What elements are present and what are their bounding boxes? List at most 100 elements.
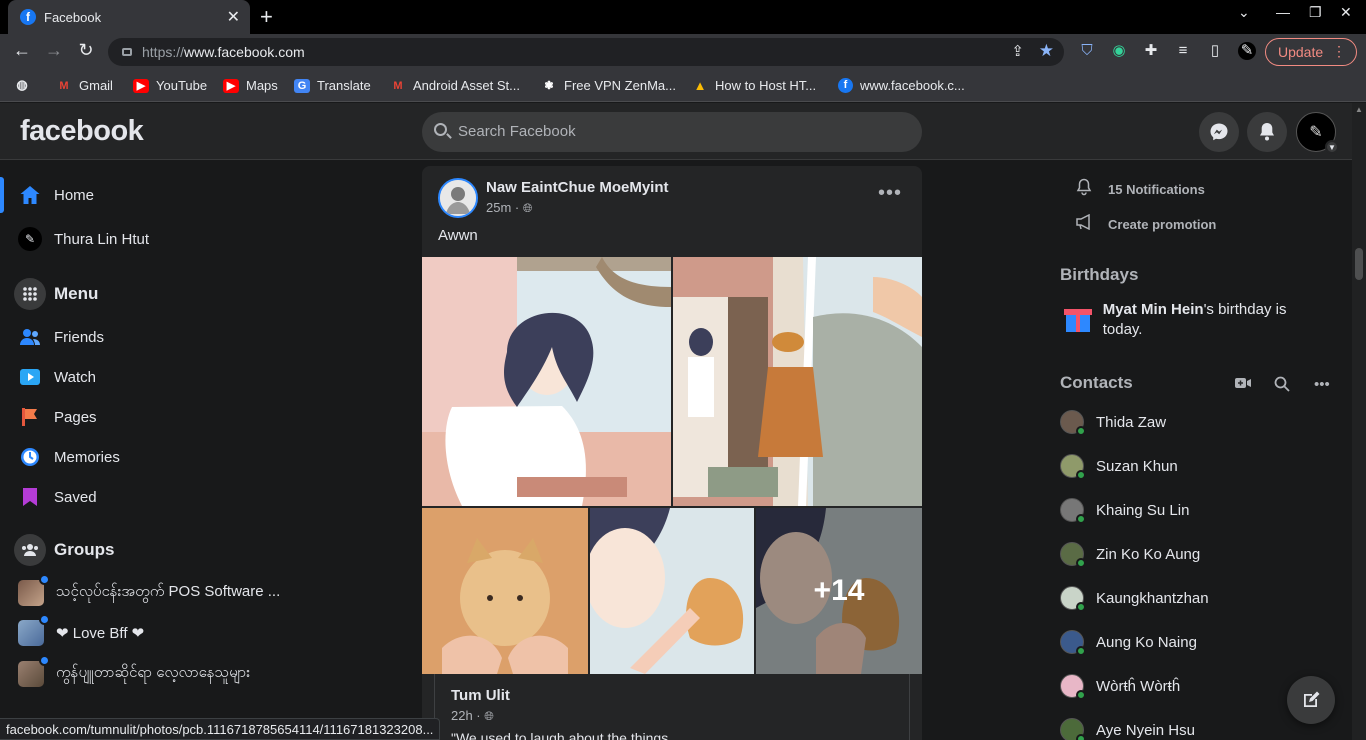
shared-author-name[interactable]: Tum Ulit [451,687,510,704]
bookmark-zenmate[interactable]: ❃ Free VPN ZenMa... [541,78,676,93]
contact-item[interactable]: Wòrŧĥ Wòrŧĥ [1060,674,1180,700]
sidebar-item-pages[interactable]: Pages [8,397,293,437]
sidebar-group-love-bff[interactable]: ❤ Love Bff ❤ [8,613,293,653]
groups-section[interactable]: Groups [14,534,114,566]
close-tab-icon[interactable]: ✕ [227,7,240,27]
post-author-name[interactable]: Naw EaintChue MoeMyint [486,179,669,196]
sidebar-item-watch[interactable]: Watch [8,357,293,397]
update-button[interactable]: Update ⋮ [1265,38,1357,66]
birthday-text: Myat Min Hein's birthday is today. [1102,301,1287,338]
group-label: သင့်လုပ်ငန်းအတွက် POS Software ... [56,583,281,600]
group-label: ကွန်ပျူတာဆိုင်ရာ လေ့လာနေသူများ [56,664,250,681]
browser-tab[interactable]: f Facebook ✕ [8,0,250,34]
post-photo-3[interactable] [422,508,588,674]
groups-icon [14,534,46,566]
menu-section[interactable]: Menu [14,278,98,310]
avatar [1060,586,1086,612]
post-photo-2[interactable] [673,257,922,506]
side-panel-icon[interactable]: ▯ [1206,42,1224,60]
scrollbar-thumb[interactable] [1355,248,1363,280]
bookmark-android-asset[interactable]: M Android Asset St... [390,78,520,93]
reading-list-icon[interactable]: ≡ [1174,42,1192,60]
bookmark-facebook[interactable]: f www.facebook.c... [838,78,965,93]
bookmark-how-to-host[interactable]: ▲ How to Host HT... [692,78,817,93]
shared-post[interactable]: Tum Ulit 22h · 🌐︎ "We used to laugh abou… [434,674,910,740]
menu-title: Menu [54,284,99,303]
contact-item[interactable]: Thida Zaw [1060,410,1166,436]
scroll-up-icon[interactable]: ▲ [1355,105,1363,114]
sidebar-group-computer[interactable]: ကွန်ပျူတာဆိုင်ရာ လေ့လာနေသူများ [8,654,293,694]
sidebar-item-label: Watch [54,368,96,386]
post-timestamp[interactable]: 25m · 🌐︎ [486,200,532,216]
notifications-button[interactable] [1247,112,1287,152]
left-sidebar: Home ✎ Thura Lin Htut Menu Friends Watch… [0,160,300,740]
contact-item[interactable]: Aung Ko Naing [1060,630,1197,656]
close-window-icon[interactable]: ✕ [1340,4,1352,21]
apps-icon[interactable]: ◍ [14,78,37,92]
bookmark-maps[interactable]: ▶ Maps [223,78,278,93]
post-more-options-icon[interactable]: ••• [878,182,902,205]
create-promotion-link[interactable]: Create promotion [1074,213,1216,234]
shared-text: "We used to laugh about the things [451,730,669,740]
sidebar-group-pos[interactable]: သင့်လုပ်ငန်းအတွက် POS Software ... [8,573,293,613]
contacts-more-icon[interactable]: ••• [1314,376,1330,393]
sidebar-item-friends[interactable]: Friends [8,317,293,357]
restore-icon[interactable]: ❐ [1309,4,1322,21]
address-bar[interactable]: https://www.facebook.com ⇪ ★ [108,38,1064,66]
notifications-link[interactable]: 15 Notifications [1074,178,1205,200]
tab-search-icon[interactable]: ⌄ [1238,4,1250,21]
online-dot [1076,514,1086,524]
new-tab-icon[interactable]: + [260,4,273,30]
back-icon[interactable]: ← [10,40,34,61]
reload-icon[interactable]: ↻ [74,40,98,61]
birthday-item[interactable]: Myat Min Hein's birthday is today. [1060,300,1320,340]
sidebar-item-memories[interactable]: Memories [8,437,293,477]
messenger-button[interactable] [1199,112,1239,152]
post-photo-4[interactable] [590,508,754,674]
sidebar-item-label: Thura Lin Htut [54,230,150,248]
contact-item[interactable]: Zin Ko Ko Aung [1060,542,1200,568]
more-menu-icon[interactable]: ⋮ [1332,43,1346,60]
new-room-video-icon[interactable] [1234,376,1252,394]
search-contacts-icon[interactable] [1274,376,1290,396]
share-icon[interactable]: ⇪ [1011,42,1024,60]
bookmark-gmail[interactable]: M Gmail [56,78,113,93]
contact-item[interactable]: Suzan Khun [1060,454,1178,480]
shared-timestamp[interactable]: 22h · 🌐︎ [451,708,494,724]
sidebar-item-home[interactable]: Home [0,175,293,215]
shield-icon[interactable]: ⛉ [1078,42,1096,60]
contact-item[interactable]: Aye Nyein Hsu [1060,718,1195,740]
youtube-icon: ▶ [223,78,239,93]
sidebar-item-saved[interactable]: Saved [8,477,293,517]
minimize-icon[interactable]: — [1276,4,1290,20]
bell-icon [1260,123,1274,141]
post-photo-5[interactable]: +14 [756,508,922,674]
group-thumbnail [18,655,50,687]
bookmark-translate[interactable]: G Translate [294,78,371,93]
search-input[interactable]: Search Facebook [422,112,922,152]
extensions-icon[interactable]: ✚ [1142,42,1160,60]
sidebar-item-label: Memories [54,448,120,466]
search-placeholder: Search Facebook [458,123,576,140]
contact-item[interactable]: Khaing Su Lin [1060,498,1189,524]
post-author-avatar[interactable] [438,178,478,218]
post-photo-1[interactable] [422,257,671,506]
facebook-logo[interactable]: facebook [20,115,144,148]
unread-dot [39,614,50,625]
bookmark-youtube[interactable]: ▶ YouTube [133,78,207,93]
bookmark-star-icon[interactable]: ★ [1039,41,1054,61]
online-dot [1076,426,1086,436]
sidebar-item-label: Saved [54,488,97,506]
facebook-icon: f [20,9,36,25]
forward-icon[interactable]: → [42,40,66,61]
profile-avatar-icon[interactable]: ✎ [1238,42,1256,60]
page-scrollbar[interactable]: ▲ [1352,103,1366,740]
grammarly-icon[interactable]: ◉ [1110,42,1128,60]
new-message-button[interactable] [1287,676,1335,724]
sidebar-item-profile[interactable]: ✎ Thura Lin Htut [8,219,293,259]
avatar [1060,410,1086,436]
more-photos-overlay[interactable]: +14 [756,508,922,674]
account-avatar[interactable]: ✎ ▼ [1296,112,1339,154]
contact-item[interactable]: Kaungkhantzhan [1060,586,1209,612]
chevron-down-icon[interactable]: ▼ [1325,140,1339,154]
